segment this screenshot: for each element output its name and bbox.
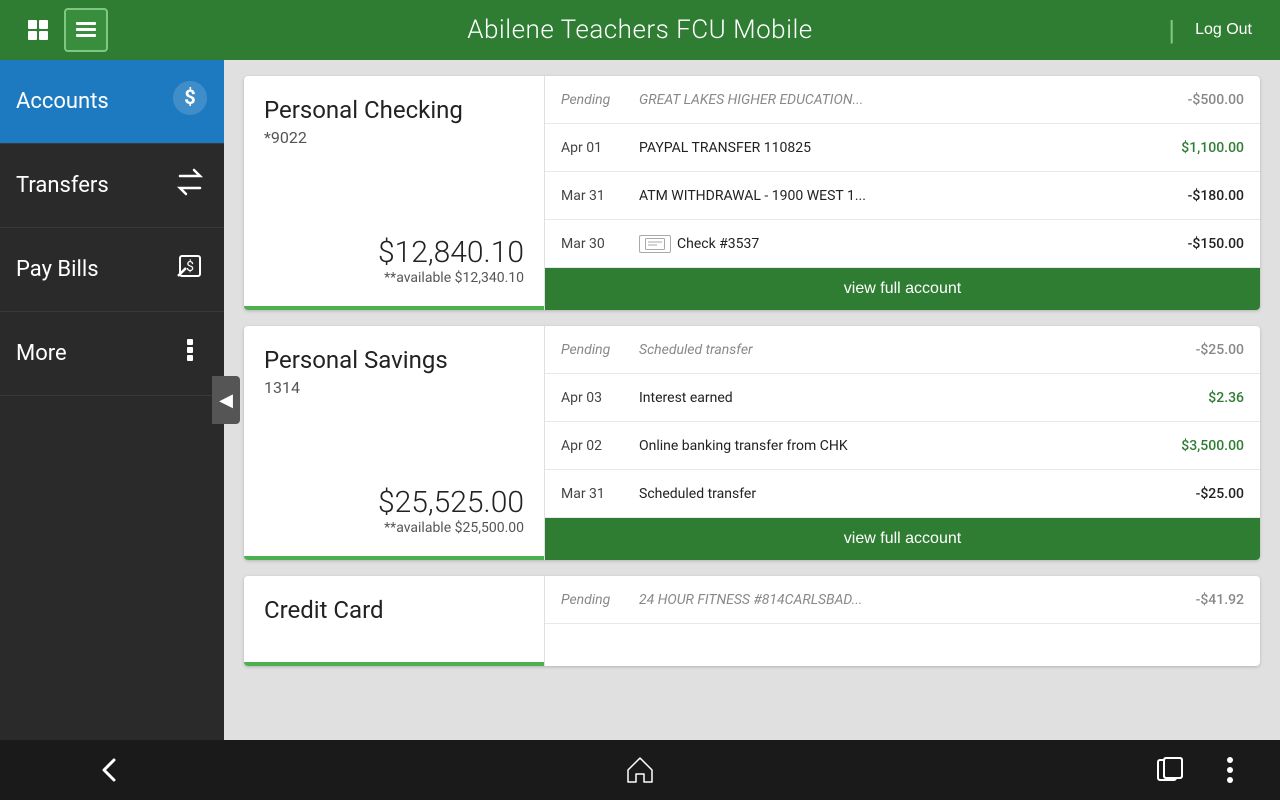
content-area: Personal Checking *9022 $12,840.10 **ava… — [224, 60, 1280, 740]
tx-amount: -$180.00 — [1188, 188, 1244, 204]
tx-amount: $1,100.00 — [1181, 140, 1244, 156]
checking-balance: $12,840.10 — [264, 235, 524, 270]
table-row: Apr 01 PAYPAL TRANSFER 110825 $1,100.00 — [545, 124, 1260, 172]
tx-amount: -$500.00 — [1188, 92, 1244, 108]
more-icon — [172, 332, 208, 375]
checking-available: **available $12,340.10 — [264, 270, 524, 286]
account-card-credit-card: Credit Card Pending 24 HOUR FITNESS #814… — [244, 576, 1260, 666]
more-label: More — [16, 341, 67, 366]
recent-apps-button[interactable] — [1140, 740, 1200, 800]
sidebar-item-accounts[interactable]: Accounts $ — [0, 60, 224, 144]
tx-amount: $2.36 — [1208, 390, 1244, 406]
grid-view-button[interactable] — [16, 8, 60, 52]
tx-desc: ATM WITHDRAWAL - 1900 WEST 1... — [631, 188, 1188, 204]
logout-button[interactable]: Log Out — [1183, 13, 1264, 47]
main-layout: Accounts $ Transfers Pay Bills — [0, 60, 1280, 740]
svg-text:$: $ — [184, 85, 195, 109]
view-full-savings-button[interactable]: view full account — [545, 518, 1260, 560]
savings-transactions: Pending Scheduled transfer -$25.00 Apr 0… — [545, 326, 1260, 518]
savings-available: **available $25,500.00 — [264, 520, 524, 536]
back-button[interactable] — [80, 740, 140, 800]
table-row: Pending 24 HOUR FITNESS #814CARLSBAD... … — [545, 576, 1260, 624]
tx-date: Mar 31 — [561, 188, 631, 204]
sidebar-item-transfers[interactable]: Transfers — [0, 144, 224, 228]
sidebar-item-more[interactable]: More — [0, 312, 224, 396]
table-row: Mar 31 Scheduled transfer -$25.00 — [545, 470, 1260, 518]
pay-bills-label: Pay Bills — [16, 257, 99, 282]
savings-balance: $25,525.00 — [264, 485, 524, 520]
dollar-icon: $ — [172, 80, 208, 123]
table-row: Pending Scheduled transfer -$25.00 — [545, 326, 1260, 374]
account-left-checking: Personal Checking *9022 $12,840.10 **ava… — [244, 76, 544, 310]
app-title: Abilene Teachers FCU Mobile — [176, 15, 1104, 45]
table-row: Apr 03 Interest earned $2.36 — [545, 374, 1260, 422]
tx-amount: -$25.00 — [1196, 342, 1244, 358]
tx-date: Pending — [561, 92, 631, 108]
tx-date: Pending — [561, 342, 631, 358]
tx-amount: -$25.00 — [1196, 486, 1244, 502]
transfer-icon — [172, 164, 208, 207]
checking-account-number: *9022 — [264, 128, 524, 147]
home-button[interactable] — [610, 740, 670, 800]
sidebar-collapse-button[interactable]: ◀ — [212, 376, 240, 424]
bottom-nav-bar — [0, 740, 1280, 800]
tx-amount: $3,500.00 — [1181, 438, 1244, 454]
tx-date: Pending — [561, 592, 631, 608]
tx-desc: Interest earned — [631, 390, 1208, 406]
table-row: Apr 02 Online banking transfer from CHK … — [545, 422, 1260, 470]
account-right-credit: Pending 24 HOUR FITNESS #814CARLSBAD... … — [544, 576, 1260, 666]
transfers-label: Transfers — [16, 173, 109, 198]
tx-amount: -$150.00 — [1188, 236, 1244, 252]
credit-account-name: Credit Card — [264, 596, 524, 624]
tx-desc: 24 HOUR FITNESS #814CARLSBAD... — [631, 592, 1196, 608]
checking-account-name: Personal Checking — [264, 96, 524, 124]
top-bar: Abilene Teachers FCU Mobile | Log Out — [0, 0, 1280, 60]
view-full-checking-button[interactable]: view full account — [545, 268, 1260, 310]
tx-desc: Scheduled transfer — [631, 342, 1196, 358]
tx-desc: Online banking transfer from CHK — [631, 438, 1181, 454]
table-row: Mar 31 ATM WITHDRAWAL - 1900 WEST 1... -… — [545, 172, 1260, 220]
account-right-checking: Pending GREAT LAKES HIGHER EDUCATION... … — [544, 76, 1260, 310]
tx-amount: -$41.92 — [1196, 592, 1244, 608]
tx-date: Apr 03 — [561, 390, 631, 406]
tx-date: Mar 31 — [561, 486, 631, 502]
account-right-savings: Pending Scheduled transfer -$25.00 Apr 0… — [544, 326, 1260, 560]
table-row: Pending GREAT LAKES HIGHER EDUCATION... … — [545, 76, 1260, 124]
tx-date: Apr 02 — [561, 438, 631, 454]
tx-desc: PAYPAL TRANSFER 110825 — [631, 140, 1181, 156]
savings-account-number: 1314 — [264, 378, 524, 397]
account-card-personal-checking: Personal Checking *9022 $12,840.10 **ava… — [244, 76, 1260, 310]
sidebar-item-pay-bills[interactable]: Pay Bills $ — [0, 228, 224, 312]
paybills-icon: $ — [172, 248, 208, 291]
tx-date: Mar 30 — [561, 236, 631, 252]
tx-desc: Scheduled transfer — [631, 486, 1196, 502]
checking-transactions: Pending GREAT LAKES HIGHER EDUCATION... … — [545, 76, 1260, 268]
table-row: Mar 30 Check #3537 -$150.00 — [545, 220, 1260, 268]
account-left-credit: Credit Card — [244, 576, 544, 666]
svg-text:$: $ — [186, 258, 194, 275]
savings-account-name: Personal Savings — [264, 346, 524, 374]
tx-desc: GREAT LAKES HIGHER EDUCATION... — [631, 92, 1188, 108]
sidebar: Accounts $ Transfers Pay Bills — [0, 60, 224, 740]
account-card-personal-savings: Personal Savings 1314 $25,525.00 **avail… — [244, 326, 1260, 560]
overflow-menu-button[interactable] — [1200, 740, 1260, 800]
account-left-savings: Personal Savings 1314 $25,525.00 **avail… — [244, 326, 544, 560]
accounts-label: Accounts — [16, 89, 109, 114]
tx-date: Apr 01 — [561, 140, 631, 156]
check-icon — [639, 235, 671, 253]
list-view-button[interactable] — [64, 8, 108, 52]
tx-desc: Check #3537 — [631, 235, 1188, 253]
